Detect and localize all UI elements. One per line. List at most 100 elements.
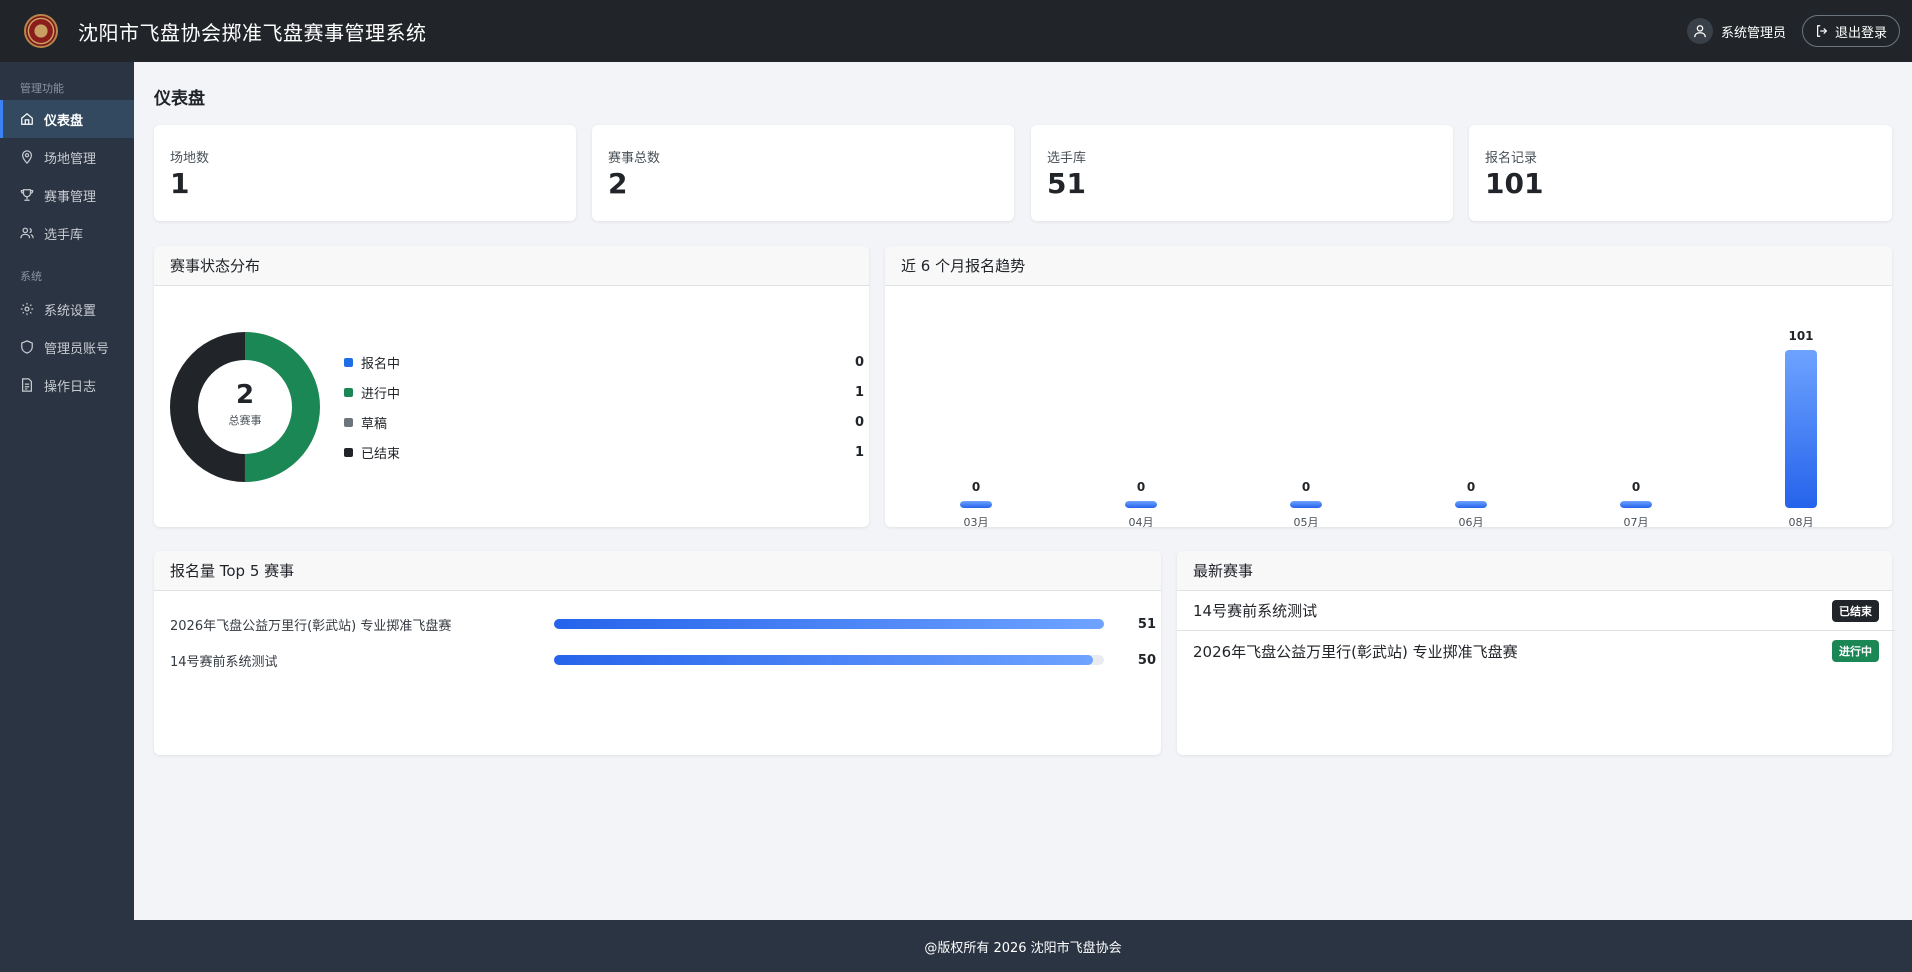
donut-total: 2: [235, 380, 255, 410]
top5-events-card: 报名量 Top 5 赛事 2026年飞盘公益万里行(彰武站) 专业掷准飞盘赛 5…: [154, 551, 1161, 755]
latest-event-row[interactable]: 14号赛前系统测试 已结束: [1177, 591, 1895, 631]
trend-x-tick-label: 05月: [1294, 516, 1319, 527]
trend-x-tick-label: 08月: [1789, 516, 1814, 527]
top5-progress-fill: [554, 655, 1093, 665]
top-navbar: 沈阳市飞盘协会掷准飞盘赛事管理系统 系统管理员 退出登录: [0, 0, 1912, 62]
stat-card-venues: 场地数 1: [154, 125, 576, 221]
main-content: 仪表盘 场地数 1 赛事总数 2 选手库 51 报名记录 101 赛事状态分布 …: [134, 62, 1912, 920]
trend-bar-value-label: 0: [972, 480, 980, 494]
trend-x-tick-label: 04月: [1129, 516, 1154, 527]
sidebar-item-label: 场地管理: [44, 151, 97, 167]
trend-bar: [960, 501, 992, 508]
page-title: 仪表盘: [154, 89, 205, 109]
gear-icon: [20, 302, 34, 316]
trend-bar-value-label: 101: [1788, 329, 1813, 343]
trend-bar: [1620, 501, 1652, 508]
legend-value: 0: [854, 414, 864, 430]
donut-total-label: 总赛事: [228, 414, 262, 427]
user-icon: [1686, 18, 1713, 44]
latest-event-name: 2026年飞盘公益万里行(彰武站) 专业掷准飞盘赛: [1193, 642, 1518, 661]
status-badge: 已结束: [1832, 599, 1879, 622]
top5-row: 14号赛前系统测试 50: [170, 650, 1160, 670]
stat-label: 报名记录: [1485, 151, 1538, 166]
top5-row: 2026年飞盘公益万里行(彰武站) 专业掷准飞盘赛 51: [170, 614, 1160, 634]
sidebar-item-settings[interactable]: 系统设置: [0, 290, 134, 328]
logout-label: 退出登录: [1834, 25, 1887, 41]
legend-value: 0: [854, 354, 864, 370]
legend-label: 报名中: [361, 356, 401, 372]
sidebar-section-manage: 管理功能: [20, 82, 64, 95]
stat-label: 赛事总数: [608, 151, 661, 166]
card-title: 赛事状态分布: [154, 246, 869, 286]
sidebar-item-players[interactable]: 选手库: [0, 214, 134, 252]
legend-item: 草稿 0: [344, 412, 864, 432]
stat-card-registrations: 报名记录 101: [1469, 125, 1892, 221]
trend-x-tick-label: 07月: [1624, 516, 1649, 527]
trend-x-tick-label: 06月: [1459, 516, 1484, 527]
legend-dot: [344, 387, 353, 397]
stat-value: 51: [1047, 167, 1086, 200]
top5-value: 51: [1137, 616, 1156, 632]
legend-item: 已结束 1: [344, 442, 864, 462]
trend-bar-value-label: 0: [1632, 480, 1640, 494]
sidebar-item-label: 操作日志: [44, 379, 97, 395]
association-logo: [24, 14, 58, 48]
legend-dot: [344, 357, 353, 367]
sidebar-item-dashboard[interactable]: 仪表盘: [0, 100, 134, 138]
stat-label: 场地数: [170, 151, 210, 166]
sidebar: 管理功能 仪表盘 场地管理 赛事管理 选手库 系统 系统设置 管理员账号 操作日…: [0, 62, 134, 972]
status-distribution-card: 赛事状态分布 2 总赛事 报名中 0 进行中 1 草稿 0 已结束 1: [154, 246, 869, 527]
stat-card-events: 赛事总数 2: [592, 125, 1014, 221]
user-menu[interactable]: 系统管理员: [1686, 18, 1786, 44]
sidebar-item-venues[interactable]: 场地管理: [0, 138, 134, 176]
trend-bar: [1290, 501, 1322, 508]
topbar-right: 系统管理员 退出登录: [1686, 15, 1900, 47]
sidebar-item-label: 赛事管理: [44, 189, 97, 205]
card-title: 报名量 Top 5 赛事: [154, 551, 1161, 591]
top5-progress-track: [554, 655, 1104, 665]
shield-icon: [21, 340, 33, 354]
latest-events-card: 最新赛事 14号赛前系统测试 已结束 2026年飞盘公益万里行(彰武站) 专业掷…: [1177, 551, 1895, 755]
top5-event-name: 2026年飞盘公益万里行(彰武站) 专业掷准飞盘赛: [170, 618, 452, 634]
sidebar-section-system: 系统: [20, 270, 42, 283]
document-icon: [22, 378, 32, 392]
app-title: 沈阳市飞盘协会掷准飞盘赛事管理系统: [78, 20, 427, 45]
trend-bar-value-label: 0: [1137, 480, 1145, 494]
trend-x-tick-label: 03月: [964, 516, 989, 527]
top5-value: 50: [1137, 652, 1156, 668]
user-name: 系统管理员: [1720, 25, 1786, 41]
trend-bar: [1455, 501, 1487, 508]
stat-label: 选手库: [1047, 151, 1087, 166]
registration-trend-card: 近 6 个月报名趋势 0 03月 0 04月 0 05月 0 06月 0 07月 101 08月: [885, 246, 1892, 527]
trend-bar: [1785, 350, 1817, 508]
trend-bar-value-label: 0: [1467, 480, 1475, 494]
trend-bar-value-label: 0: [1302, 480, 1310, 494]
legend-item: 报名中 0: [344, 352, 864, 372]
legend-label: 已结束: [361, 446, 401, 462]
legend-value: 1: [854, 444, 864, 460]
top5-event-name: 14号赛前系统测试: [170, 654, 278, 670]
top5-progress-fill: [554, 619, 1104, 629]
top5-progress-track: [554, 619, 1104, 629]
sidebar-item-logs[interactable]: 操作日志: [0, 366, 134, 404]
users-icon: [20, 227, 34, 239]
legend-label: 草稿: [361, 416, 388, 432]
stat-value: 1: [170, 167, 190, 200]
logout-button[interactable]: 退出登录: [1801, 15, 1900, 47]
legend-label: 进行中: [361, 386, 401, 402]
logout-icon: [1816, 25, 1828, 37]
stat-value: 2: [608, 167, 628, 200]
legend-dot: [344, 447, 353, 457]
latest-event-row[interactable]: 2026年飞盘公益万里行(彰武站) 专业掷准飞盘赛 进行中: [1177, 631, 1895, 671]
footer: @版权所有 2026 沈阳市飞盘协会: [134, 920, 1912, 972]
card-title: 最新赛事: [1177, 551, 1892, 591]
trophy-icon: [20, 189, 34, 201]
sidebar-item-label: 仪表盘: [44, 113, 84, 129]
sidebar-item-events[interactable]: 赛事管理: [0, 176, 134, 214]
trend-bar-chart: 0 03月 0 04月 0 05月 0 06月 0 07月 101 08月: [960, 329, 1817, 527]
sidebar-item-admins[interactable]: 管理员账号: [0, 328, 134, 366]
legend-dot: [344, 417, 353, 427]
trend-bar: [1125, 501, 1157, 508]
home-icon: [21, 112, 33, 125]
latest-event-name: 14号赛前系统测试: [1193, 602, 1318, 620]
